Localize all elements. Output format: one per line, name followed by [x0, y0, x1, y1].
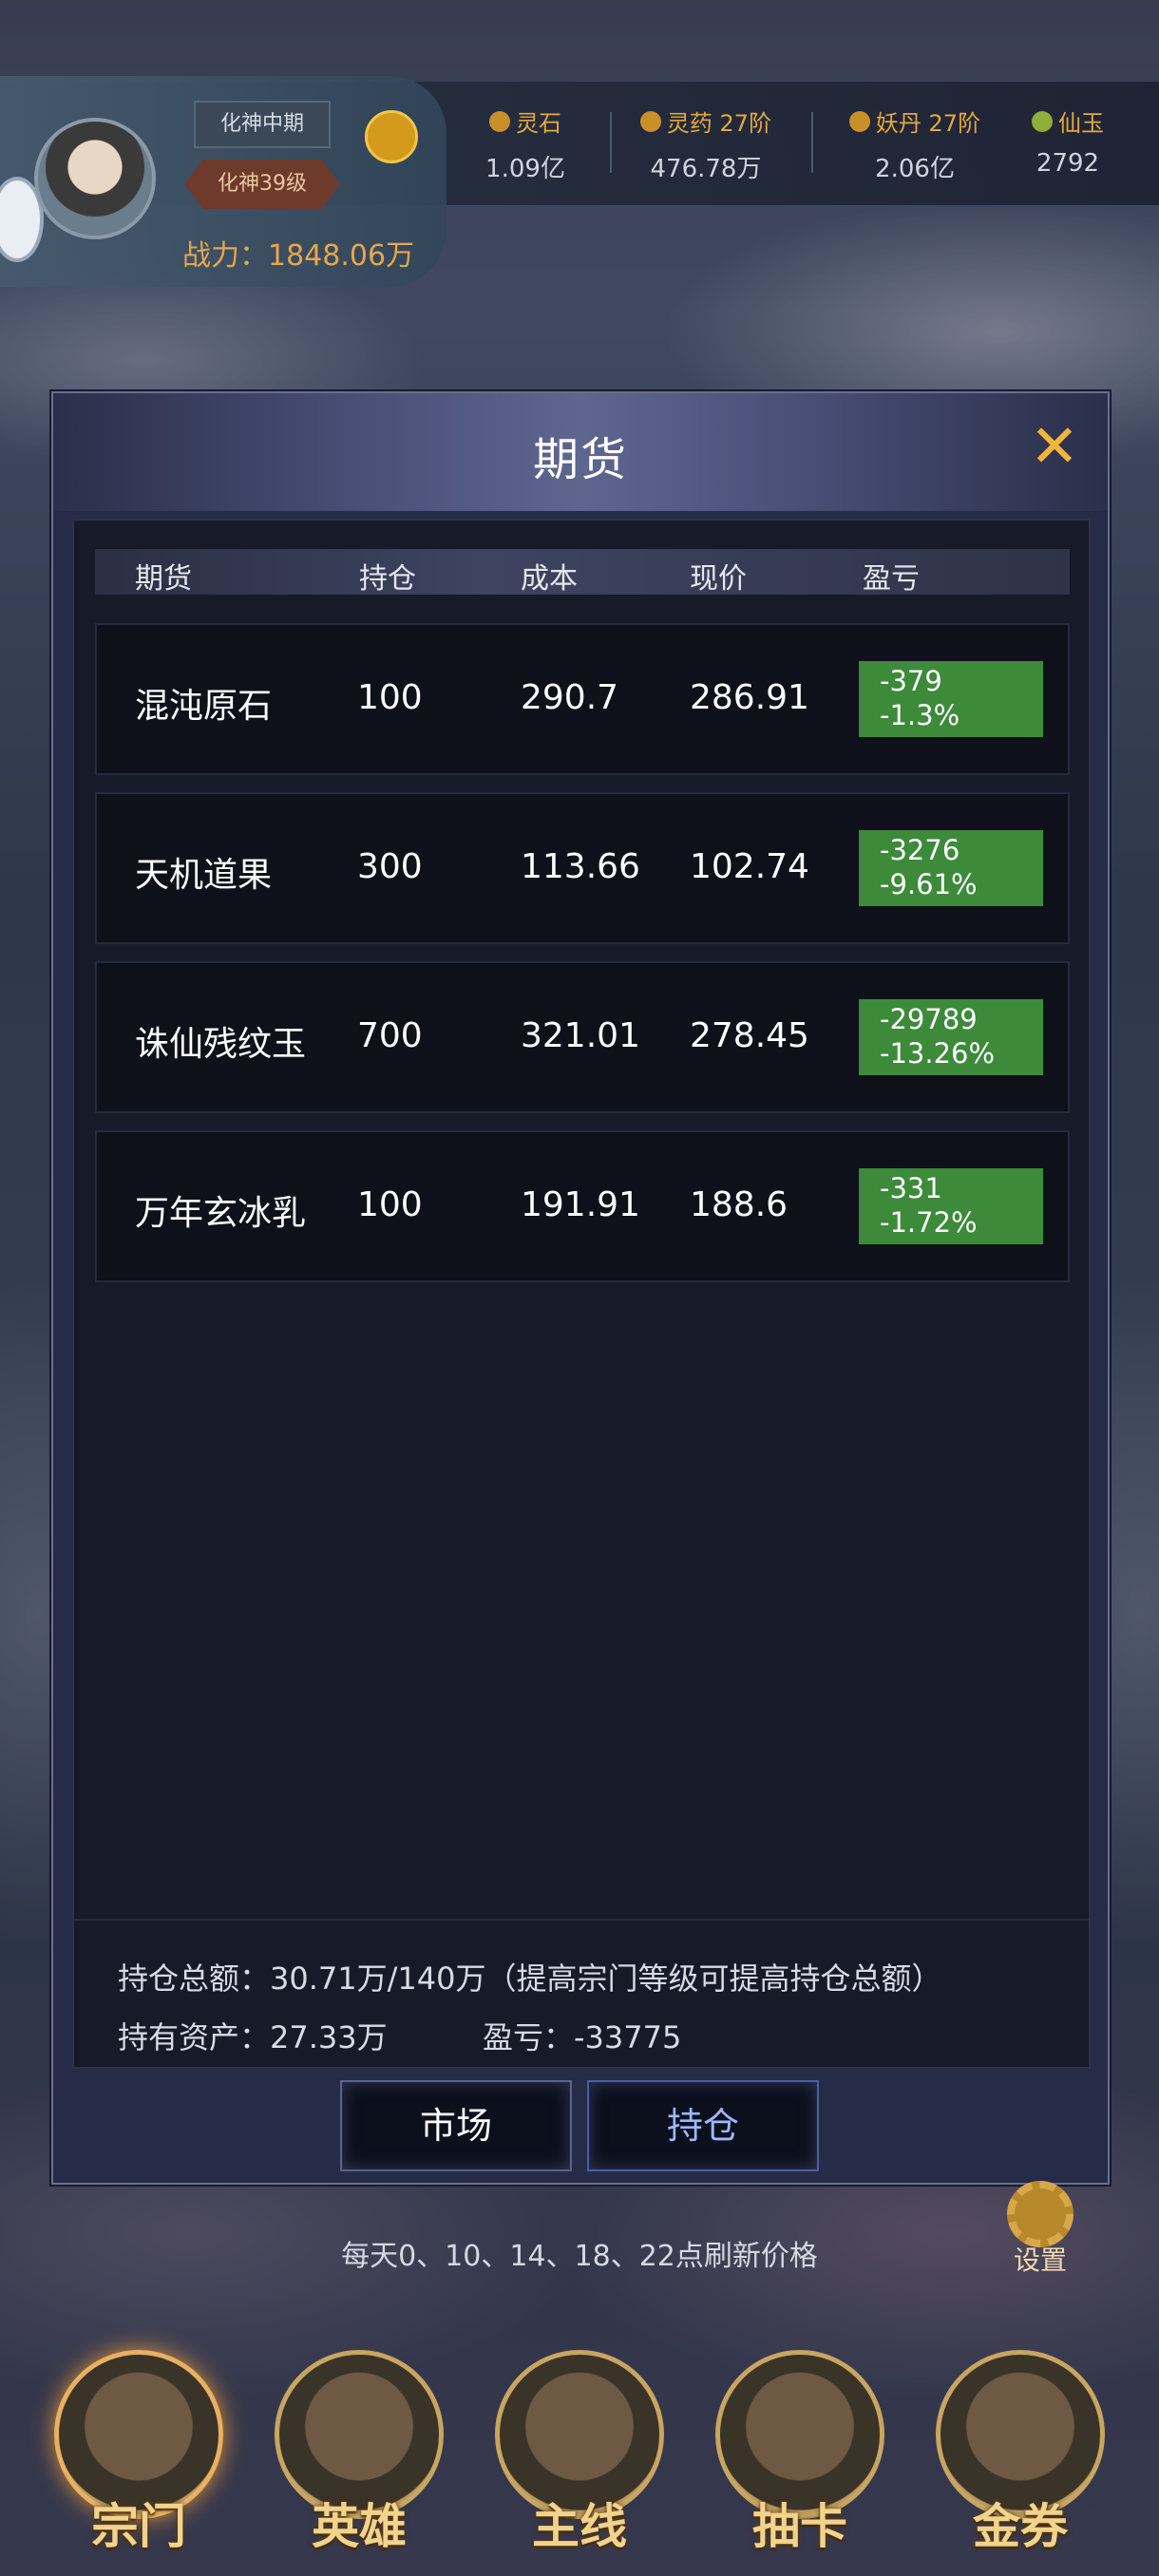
- realm-tag: 化神中期: [194, 101, 331, 148]
- divider: [610, 112, 612, 173]
- settings-button[interactable]: 设置: [988, 2181, 1092, 2276]
- cost-price: 191.91: [521, 1185, 640, 1224]
- resource-value: 2.06亿: [875, 155, 955, 183]
- resource-demon-core[interactable]: 妖丹 27阶 2.06亿: [825, 104, 1005, 184]
- holding-qty: 300: [357, 847, 423, 886]
- pl-amount: -29789: [880, 1003, 978, 1035]
- table-row[interactable]: 混沌原石 100 290.7 286.91 -379 -1.3%: [95, 623, 1070, 775]
- table-row[interactable]: 诛仙残纹玉 700 321.01 278.45 -29789 -13.26%: [95, 961, 1070, 1113]
- current-price: 102.74: [690, 847, 809, 886]
- spirit-stone-icon: [489, 110, 510, 132]
- profit-loss-badge: -331 -1.72%: [859, 1168, 1043, 1244]
- profit-loss-badge: -29789 -13.26%: [859, 999, 1043, 1075]
- futures-modal: 期货 ✕ 期货 持仓 成本 现价 盈亏 混沌原石 100 290.7 286.9…: [51, 391, 1110, 2185]
- modal-header: 期货 ✕: [53, 393, 1108, 511]
- resource-herb[interactable]: 灵药 27阶 476.78万: [616, 104, 796, 184]
- cost-price: 321.01: [521, 1016, 640, 1055]
- table-row[interactable]: 天机道果 300 113.66 102.74 -3276 -9.61%: [95, 792, 1070, 944]
- holding-qty: 700: [357, 1016, 423, 1055]
- resource-name: 灵石: [516, 110, 561, 137]
- nav-main-quest[interactable]: 主线: [484, 2350, 674, 2554]
- profit-loss-badge: -3276 -9.61%: [859, 830, 1043, 906]
- avatar[interactable]: [34, 118, 156, 239]
- col-header-holding: 持仓: [359, 562, 416, 596]
- nav-gacha[interactable]: 抽卡: [705, 2350, 895, 2554]
- total-profit-loss: 盈亏：-33775: [483, 2019, 682, 2055]
- combat-power: 战力：1848.06万: [182, 239, 415, 273]
- current-price: 188.6: [690, 1185, 788, 1224]
- current-price: 286.91: [690, 678, 809, 717]
- col-header-futures: 期货: [135, 562, 192, 596]
- cost-price: 113.66: [521, 847, 640, 886]
- resource-jade[interactable]: 仙玉 2792: [982, 104, 1153, 178]
- nav-heroes[interactable]: 英雄: [264, 2350, 454, 2554]
- held-assets: 持有资产：27.33万: [118, 2019, 388, 2055]
- pl-amount: -331: [880, 1172, 942, 1204]
- nav-label: 主线: [532, 2499, 627, 2554]
- modal-title: 期货: [532, 433, 628, 486]
- holding-qty: 100: [357, 678, 423, 717]
- level-tag: 化神39级: [184, 160, 340, 209]
- divider: [74, 1919, 1089, 1921]
- futures-name: 万年玄冰乳: [135, 1194, 307, 1233]
- resource-value: 1.09亿: [485, 155, 565, 183]
- nav-label: 英雄: [312, 2499, 407, 2554]
- pl-percent: -9.61%: [880, 868, 978, 900]
- table-header: 期货 持仓 成本 现价 盈亏: [95, 549, 1070, 596]
- holding-qty: 100: [357, 1185, 423, 1224]
- nav-label: 宗门: [91, 2499, 186, 2554]
- settings-label: 设置: [1013, 2245, 1067, 2276]
- resource-spirit-stone[interactable]: 灵石 1.09亿: [435, 104, 616, 184]
- resource-name: 妖丹 27阶: [875, 110, 981, 137]
- resource-name: 仙玉: [1058, 110, 1104, 137]
- futures-name: 诛仙残纹玉: [135, 1025, 307, 1064]
- gear-icon: [1007, 2181, 1074, 2247]
- pl-percent: -1.72%: [880, 1206, 978, 1239]
- refresh-note: 每天0、10、14、18、22点刷新价格: [341, 2240, 818, 2273]
- futures-name: 天机道果: [135, 856, 273, 895]
- nav-sect[interactable]: 宗门: [44, 2350, 234, 2554]
- cost-price: 290.7: [521, 678, 619, 717]
- emoji-icon[interactable]: [365, 110, 418, 163]
- resource-value: 476.78万: [650, 155, 762, 183]
- jade-icon: [1032, 110, 1053, 132]
- nav-label: 抽卡: [752, 2499, 847, 2554]
- col-header-price: 现价: [690, 562, 747, 596]
- pl-percent: -13.26%: [880, 1037, 996, 1070]
- tab-market[interactable]: 市场: [340, 2080, 572, 2171]
- divider: [811, 112, 813, 173]
- holding-total: 持仓总额：30.71万/140万（提高宗门等级可提高持仓总额）: [118, 1960, 942, 1997]
- nav-label: 金券: [973, 2499, 1068, 2554]
- herb-icon: [639, 110, 661, 132]
- col-header-profit-loss: 盈亏: [863, 562, 920, 596]
- pl-percent: -1.3%: [880, 699, 960, 731]
- nav-gold-coupon[interactable]: 金券: [925, 2350, 1115, 2554]
- holdings-panel: 期货 持仓 成本 现价 盈亏 混沌原石 100 290.7 286.91 -37…: [72, 519, 1091, 2069]
- assets-line: 持有资产：27.33万 盈亏：-33775: [118, 2014, 681, 2057]
- pl-amount: -379: [880, 665, 942, 697]
- table-row[interactable]: 万年玄冰乳 100 191.91 188.6 -331 -1.72%: [95, 1130, 1070, 1282]
- resource-name: 灵药 27阶: [666, 110, 772, 137]
- pl-amount: -3276: [880, 834, 960, 866]
- resource-value: 2792: [1036, 149, 1100, 178]
- current-price: 278.45: [690, 1016, 809, 1055]
- futures-name: 混沌原石: [135, 687, 273, 726]
- close-icon[interactable]: ✕: [1024, 417, 1085, 479]
- col-header-cost: 成本: [521, 562, 578, 596]
- profit-loss-badge: -379 -1.3%: [859, 661, 1043, 737]
- demon-core-icon: [848, 110, 870, 132]
- tab-holdings[interactable]: 持仓: [587, 2080, 819, 2171]
